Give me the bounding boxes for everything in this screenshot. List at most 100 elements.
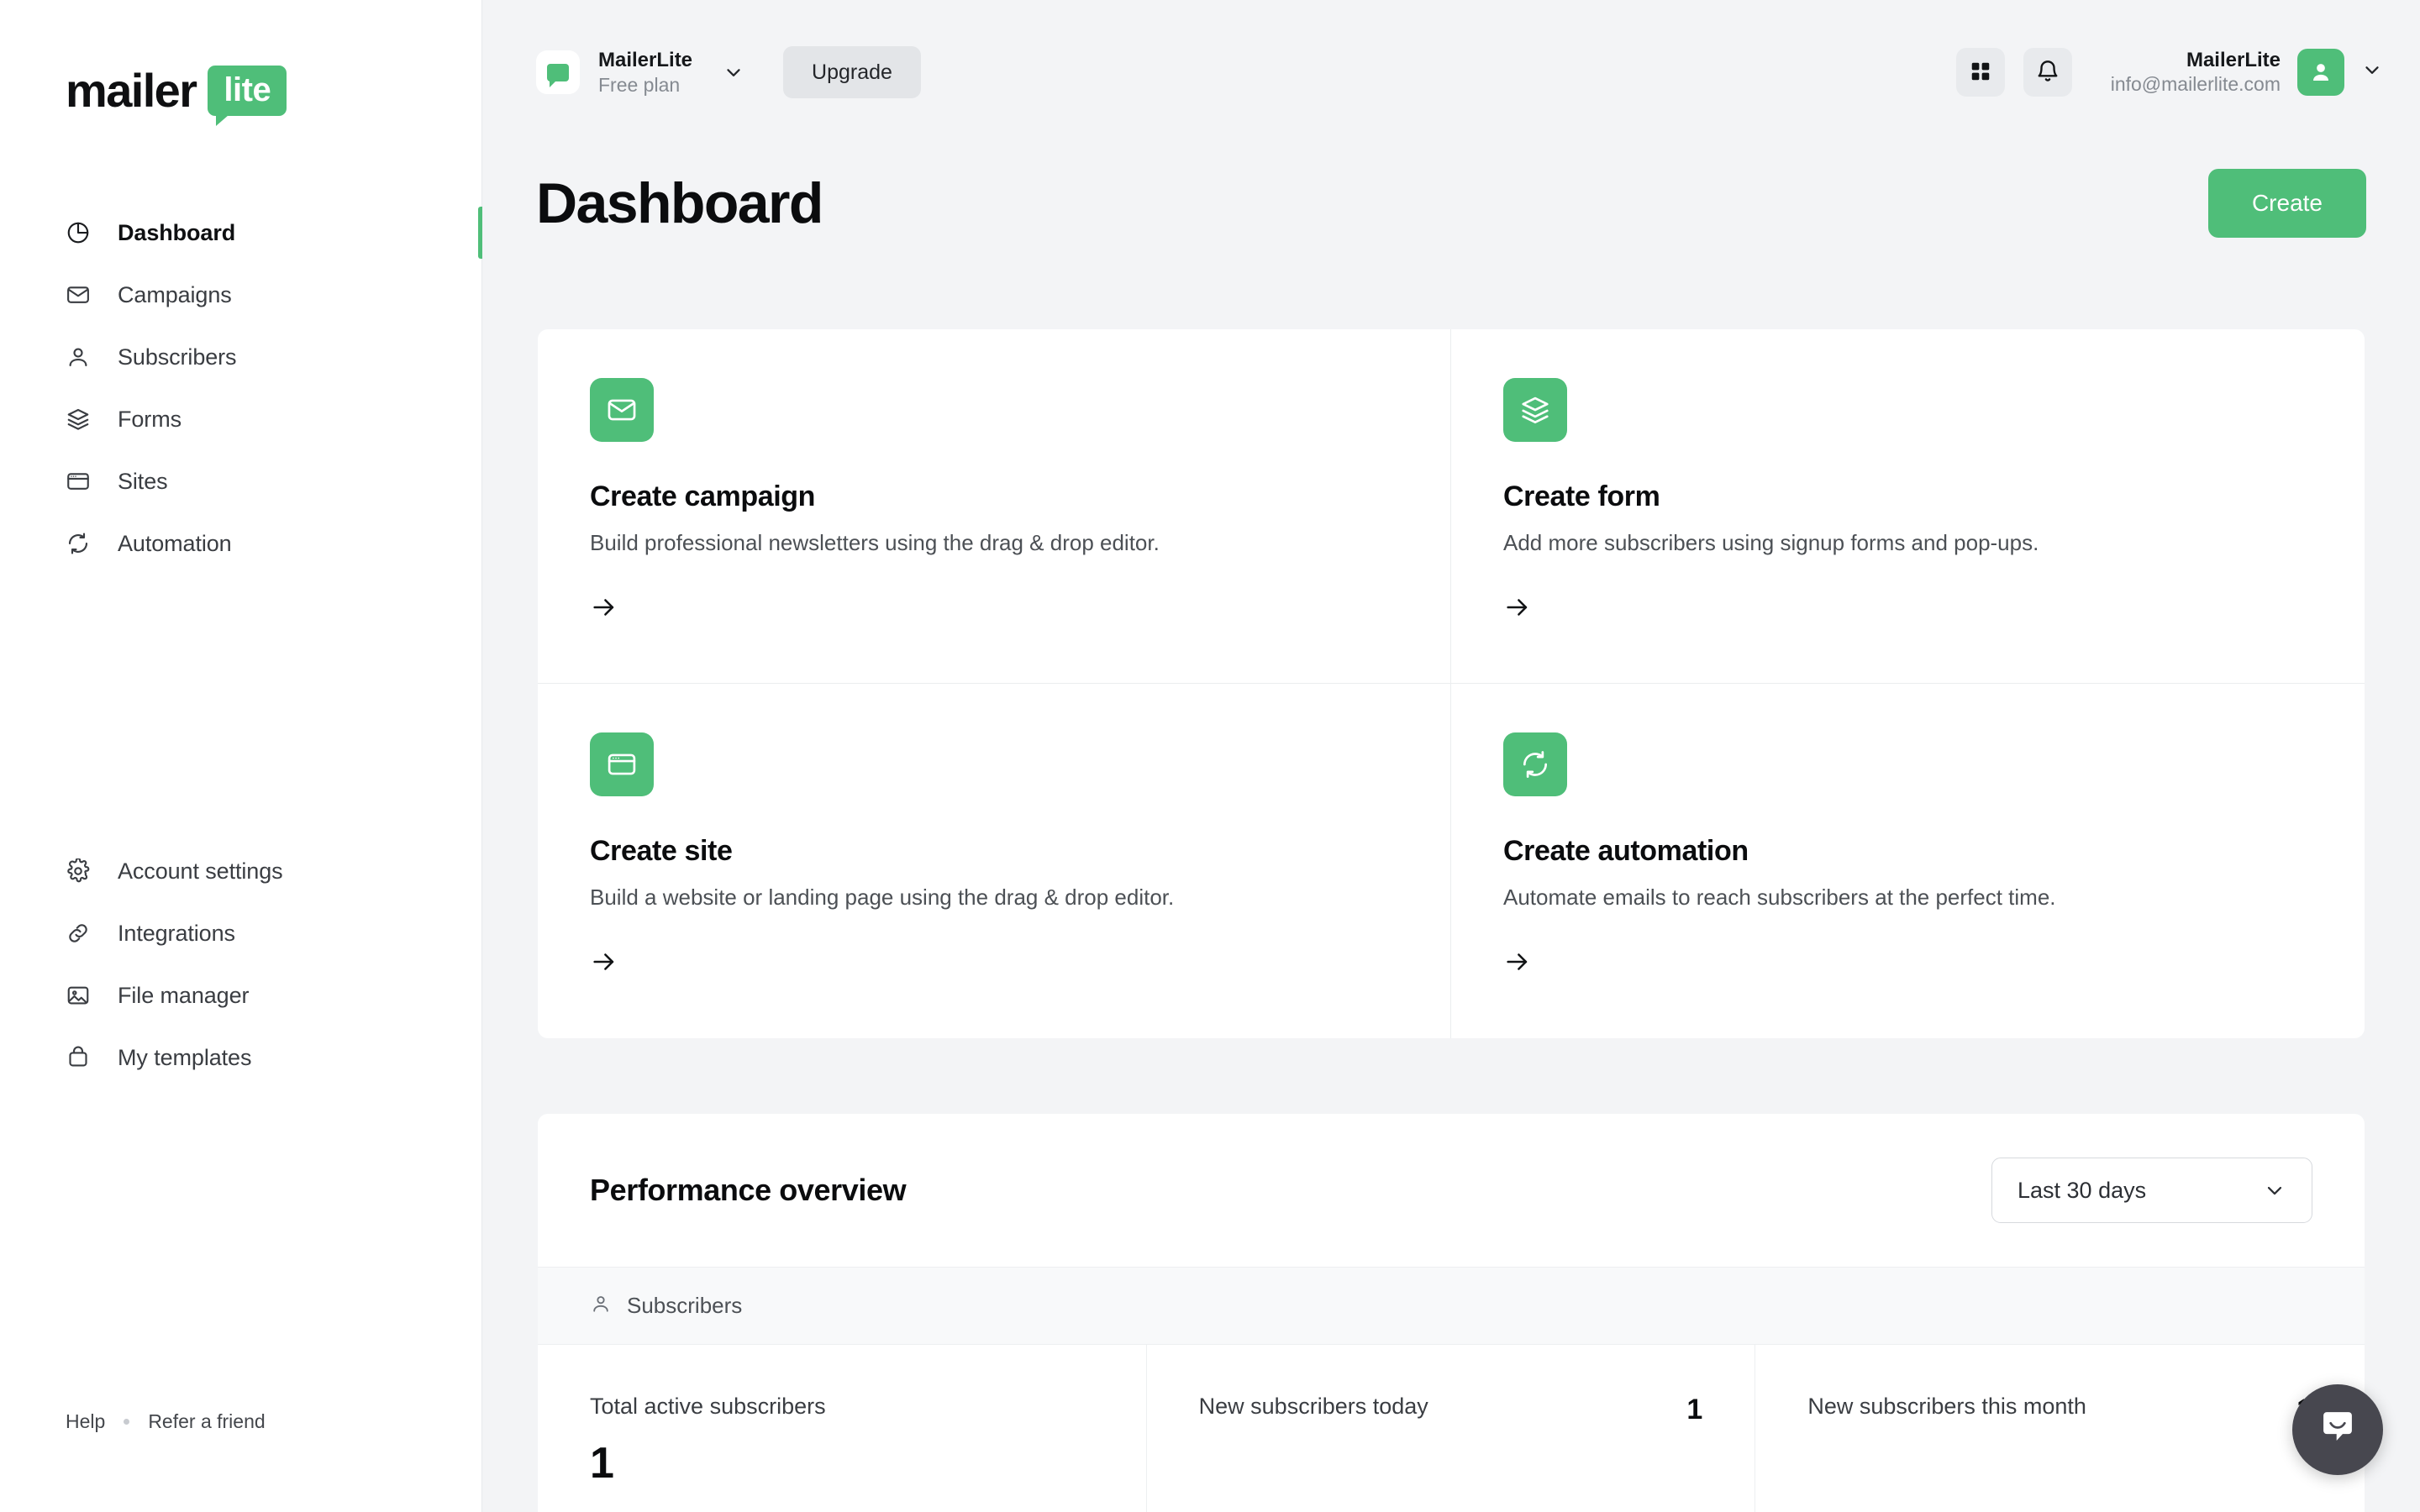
refer-a-friend-link[interactable]: Refer a friend [148,1410,265,1433]
main-content: MailerLite Free plan Upgrade MailerLite … [482,0,2420,1512]
user-icon [66,344,91,370]
quick-card-title: Create campaign [590,480,815,512]
sidebar-item-campaigns[interactable]: Campaigns [0,264,482,326]
chevron-down-icon [723,61,744,83]
layers-icon [1503,378,1567,442]
grid-apps-icon [1969,60,1992,86]
link-icon [66,921,91,946]
sidebar-item-label: My templates [118,1044,252,1070]
quick-card-description: Add more subscribers using signup forms … [1503,530,2039,555]
stat-value: 1 [590,1439,614,1488]
sidebar-item-subscribers[interactable]: Subscribers [0,326,482,388]
chevron-down-icon [2361,59,2383,85]
notifications-button[interactable] [2023,48,2072,97]
intercom-chat-icon [2316,1406,2360,1454]
app-root: mailer lite Dashboard Campaigns Subscrib… [0,0,2420,1512]
sidebar-item-label: Campaigns [118,281,232,307]
date-range-value: Last 30 days [2018,1177,2147,1203]
sidebar-item-label: Automation [118,530,232,556]
upgrade-button[interactable]: Upgrade [783,46,921,98]
account-email: info@mailerlite.com [2110,72,2281,95]
sidebar: mailer lite Dashboard Campaigns Subscrib… [0,0,483,1512]
quick-card-description: Build a website or landing page using th… [590,885,1175,910]
template-icon [66,1045,91,1070]
workspace-name: MailerLite [598,48,693,71]
user-icon [590,1293,612,1319]
quick-card-create-automation[interactable]: Create automation Automate emails to rea… [1451,684,2365,1038]
quick-card-description: Automate emails to reach subscribers at … [1503,885,2056,910]
arrow-right-icon[interactable] [590,948,1398,980]
envelope-icon [590,378,654,442]
sidebar-item-file-manager[interactable]: File manager [0,964,482,1026]
performance-section-label: Subscribers [627,1293,743,1318]
quick-card-create-site[interactable]: Create site Build a website or landing p… [538,684,1451,1038]
quick-card-create-form[interactable]: Create form Add more subscribers using s… [1451,329,2365,684]
workspace-logo-icon [536,50,580,94]
sidebar-item-label: Dashboard [118,219,236,245]
stat-label: New subscribers today [1198,1394,1428,1419]
quick-card-title: Create form [1503,480,1660,512]
arrow-right-icon[interactable] [590,593,1398,626]
avatar [2297,48,2344,96]
sidebar-item-label: Forms [118,406,182,432]
sidebar-item-automation[interactable]: Automation [0,512,482,575]
arrow-right-icon[interactable] [1503,948,2312,980]
arrow-right-icon[interactable] [1503,593,2312,626]
page-header: Dashboard Create [482,163,2420,244]
mailerlite-logo[interactable]: mailer lite [66,64,287,126]
apps-grid-button[interactable] [1955,48,2005,97]
bell-icon [2035,59,2060,87]
performance-header: Performance overview Last 30 days [538,1114,2365,1267]
image-icon [66,983,91,1008]
workspace-plan: Free plan [598,73,681,96]
sidebar-secondary-nav: Account settings Integrations File manag… [0,840,482,1089]
sidebar-item-label: Integrations [118,920,235,946]
chevron-down-icon [2263,1179,2286,1202]
stat-total-active-subscribers: Total active subscribers 1 [538,1345,1147,1512]
top-bar: MailerLite Free plan Upgrade MailerLite … [482,0,2420,144]
logo-badge-lite: lite [208,66,287,126]
browser-window-icon [66,469,91,494]
stat-new-subscribers-this-month: New subscribers this month 1 [1755,1345,2365,1512]
workspace-switcher[interactable]: MailerLite Free plan [536,49,744,96]
sidebar-item-account-settings[interactable]: Account settings [0,840,482,902]
quick-card-title: Create site [590,835,733,867]
sidebar-item-label: Account settings [118,858,283,884]
performance-section-subscribers: Subscribers [538,1267,2365,1345]
help-link[interactable]: Help [66,1410,105,1433]
stat-label: Total active subscribers [590,1394,826,1419]
stat-new-subscribers-today: New subscribers today 1 [1147,1345,1756,1512]
quick-card-description: Build professional newsletters using the… [590,530,1160,555]
account-name: MailerLite [2186,48,2281,71]
stat-label: New subscribers this month [1807,1394,2086,1419]
quick-card-title: Create automation [1503,835,1749,867]
gear-icon [66,858,91,884]
refresh-icon [66,531,91,556]
create-button[interactable]: Create [2207,169,2366,238]
sidebar-item-my-templates[interactable]: My templates [0,1026,482,1089]
sidebar-footer: Help Refer a friend [66,1410,266,1433]
logo-text-mailer: mailer [66,64,197,117]
browser-window-icon [590,732,654,796]
date-range-select[interactable]: Last 30 days [1991,1158,2312,1223]
sidebar-item-dashboard[interactable]: Dashboard [0,202,483,264]
layers-icon [66,407,91,432]
sidebar-primary-nav: Dashboard Campaigns Subscribers Forms Si… [0,202,483,575]
sidebar-item-label: Subscribers [118,344,237,370]
performance-overview-panel: Performance overview Last 30 days Subscr… [538,1114,2365,1512]
stat-value: 1 [1686,1394,1703,1425]
sidebar-item-forms[interactable]: Forms [0,388,482,450]
chat-launcher-button[interactable] [2292,1384,2383,1475]
refresh-icon [1503,732,1567,796]
subscriber-stats-row: Total active subscribers 1 New subscribe… [538,1345,2365,1512]
sidebar-item-label: Sites [118,468,168,494]
page-title: Dashboard [536,171,823,235]
account-menu[interactable]: MailerLite info@mailerlite.com [2111,49,2383,96]
top-bar-right: MailerLite info@mailerlite.com [1955,48,2383,97]
sidebar-item-label: File manager [118,982,250,1008]
sidebar-item-sites[interactable]: Sites [0,450,482,512]
footer-separator-dot [124,1419,130,1425]
envelope-icon [66,282,91,307]
quick-card-create-campaign[interactable]: Create campaign Build professional newsl… [538,329,1451,684]
sidebar-item-integrations[interactable]: Integrations [0,902,482,964]
